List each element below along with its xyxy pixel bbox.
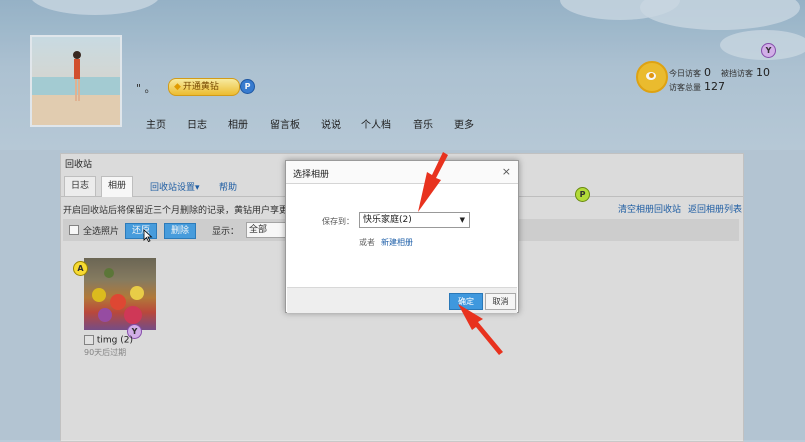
red-arrow-to-select bbox=[418, 152, 448, 212]
annotation-arrows bbox=[418, 152, 503, 355]
red-arrow-to-ok bbox=[458, 304, 503, 355]
